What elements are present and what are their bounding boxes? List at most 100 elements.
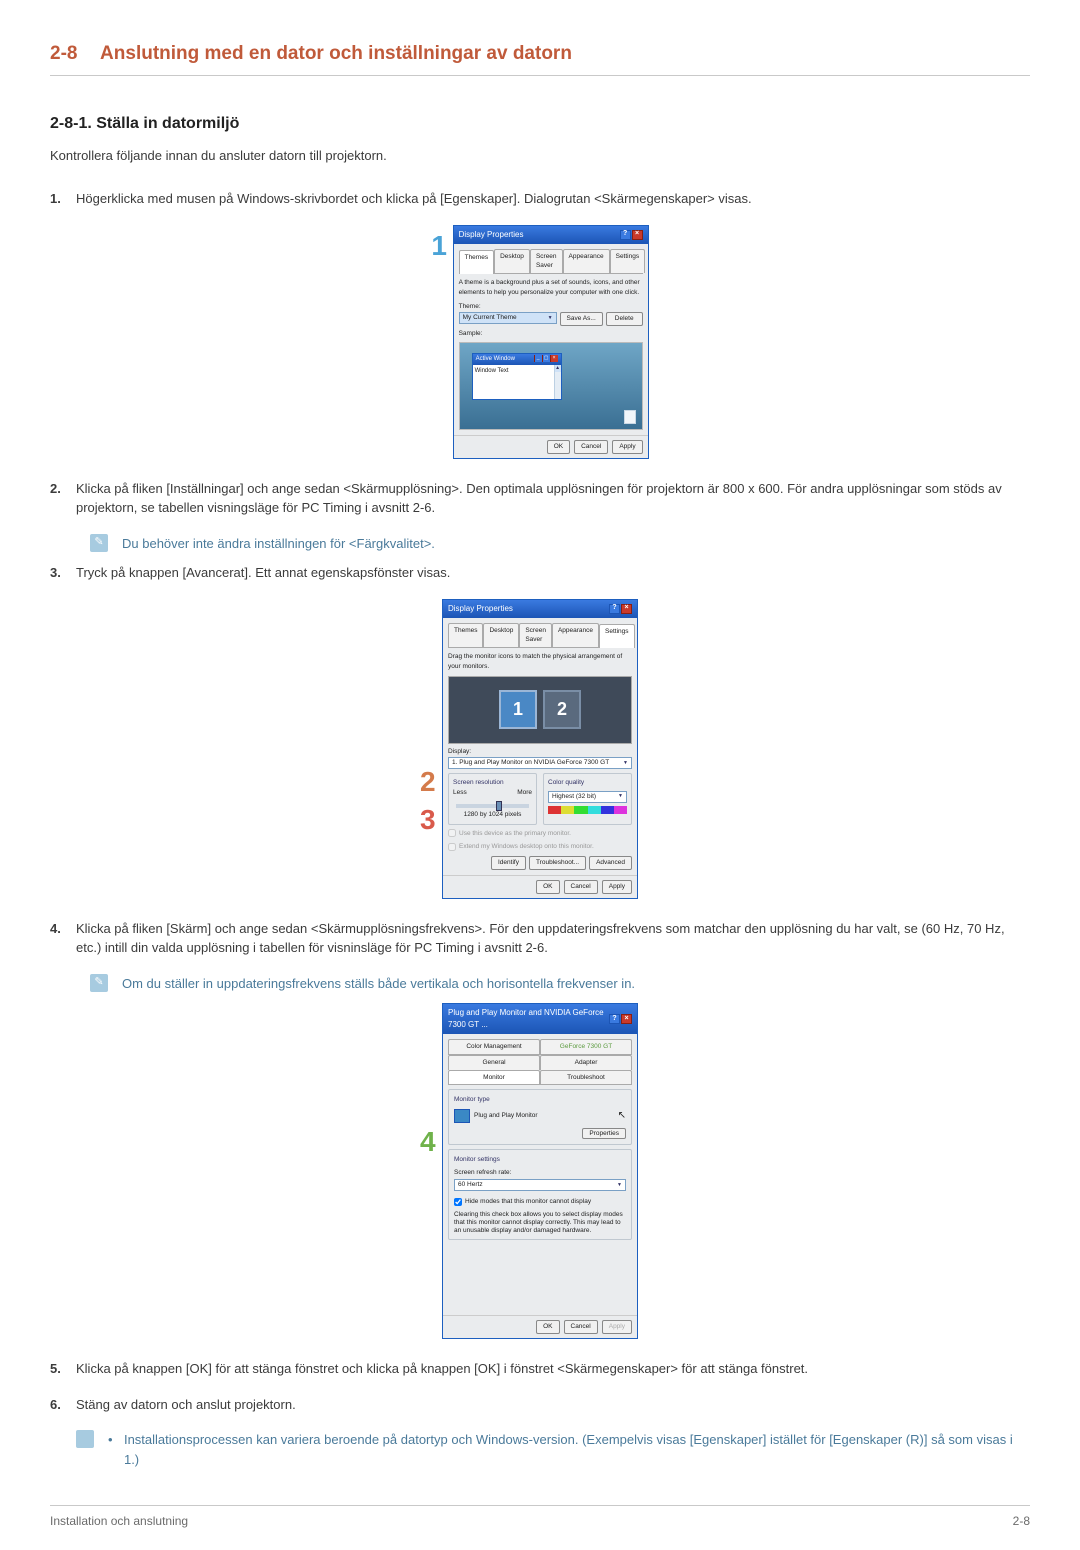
monitor-1[interactable]: 1: [499, 690, 537, 729]
tab-themes[interactable]: Themes: [459, 250, 494, 275]
step-5-text: Klicka på knappen [OK] för att stänga fö…: [76, 1359, 1030, 1379]
theme-select[interactable]: My Current Theme ▼: [459, 312, 557, 324]
chevron-down-icon: ▼: [617, 1182, 622, 1190]
less-label: Less: [453, 788, 467, 798]
dialog-display-properties-1: Display Properties ? × Themes Desktop Sc…: [453, 225, 649, 459]
callout-3: 3: [420, 799, 436, 841]
tab-monitor[interactable]: Monitor: [448, 1070, 540, 1085]
display-select-value: 1. Plug and Play Monitor on NVIDIA GeFor…: [452, 758, 609, 768]
sample-preview: Active Window _ ▢ × Window Text ▲: [459, 342, 643, 430]
refresh-rate-value: 60 Hertz: [458, 1180, 483, 1190]
step-1-number: 1.: [50, 189, 76, 209]
tab-adapter[interactable]: Adapter: [540, 1055, 632, 1070]
help-icon[interactable]: ?: [620, 230, 631, 240]
color-quality-select[interactable]: Highest (32 bit) ▼: [548, 791, 627, 803]
cancel-button[interactable]: Cancel: [574, 440, 608, 454]
monitor-type-label: Monitor type: [454, 1095, 626, 1105]
close-icon: ×: [550, 355, 558, 362]
extend-desktop-checkbox[interactable]: Extend my Windows desktop onto this moni…: [448, 842, 632, 852]
step-5: 5. Klicka på knappen [OK] för att stänga…: [50, 1359, 1030, 1379]
title-bar: Display Properties ? ×: [454, 226, 648, 244]
callout-2: 2: [420, 761, 436, 803]
title-bar: Display Properties ? ×: [443, 600, 637, 618]
tab-appearance[interactable]: Appearance: [563, 249, 610, 274]
callout-1: 1: [431, 225, 447, 267]
delete-button[interactable]: Delete: [606, 312, 643, 326]
page-footer: Installation och anslutning 2-8: [50, 1505, 1030, 1530]
cancel-button[interactable]: Cancel: [564, 880, 598, 894]
section-title: Anslutning med en dator och inställninga…: [100, 43, 572, 64]
tab-geforce[interactable]: GeForce 7300 GT: [540, 1039, 632, 1054]
close-icon[interactable]: ×: [621, 1014, 632, 1024]
close-icon[interactable]: ×: [632, 230, 643, 240]
hide-modes-label: Hide modes that this monitor cannot disp…: [465, 1197, 591, 1207]
save-as-button[interactable]: Save As...: [560, 312, 603, 326]
note-icon: ✎: [90, 534, 108, 552]
footer-left: Installation och anslutning: [50, 1512, 188, 1530]
note-icon: [76, 1430, 94, 1448]
help-icon[interactable]: ?: [609, 1014, 620, 1024]
active-window-title: Active Window: [476, 355, 515, 364]
help-icon[interactable]: ?: [609, 604, 620, 614]
display-select[interactable]: 1. Plug and Play Monitor on NVIDIA GeFor…: [448, 757, 632, 769]
tab-appearance[interactable]: Appearance: [552, 623, 599, 648]
tab-settings[interactable]: Settings: [610, 249, 646, 274]
tab-general[interactable]: General: [448, 1055, 540, 1070]
checkbox-icon: [454, 1198, 462, 1206]
theme-label: Theme:: [459, 302, 643, 312]
ok-button[interactable]: OK: [536, 1320, 559, 1334]
bullet-icon: •: [108, 1430, 124, 1469]
resolution-value: 1280 by 1024 pixels: [453, 810, 532, 820]
title-bar: Plug and Play Monitor and NVIDIA GeForce…: [443, 1004, 637, 1034]
title-text: Display Properties: [459, 229, 524, 241]
tab-color-management[interactable]: Color Management: [448, 1039, 540, 1054]
monitor-2[interactable]: 2: [543, 690, 581, 729]
apply-button[interactable]: Apply: [612, 440, 642, 454]
chevron-down-icon: ▼: [548, 315, 553, 323]
advanced-button[interactable]: Advanced: [589, 856, 632, 870]
step-6-number: 6.: [50, 1395, 76, 1415]
troubleshoot-button[interactable]: Troubleshoot...: [529, 856, 586, 870]
callout-4: 4: [420, 1121, 436, 1163]
step-6: 6. Stäng av datorn och anslut projektorn…: [50, 1395, 1030, 1415]
step-1: 1. Högerklicka med musen på Windows-skri…: [50, 189, 1030, 209]
monitor-arrange-area[interactable]: 1 2: [448, 676, 632, 744]
desc-text: A theme is a background plus a set of so…: [459, 278, 643, 298]
tab-screen-saver[interactable]: Screen Saver: [530, 249, 563, 274]
display-label: Display:: [448, 747, 632, 757]
recycle-bin-icon: [624, 410, 636, 424]
hide-modes-checkbox[interactable]: Hide modes that this monitor cannot disp…: [454, 1197, 626, 1207]
color-quality-value: Highest (32 bit): [552, 792, 596, 802]
monitor-icon: [454, 1109, 470, 1123]
apply-button[interactable]: Apply: [602, 880, 632, 894]
tab-settings[interactable]: Settings: [599, 624, 635, 649]
step-1-text: Högerklicka med musen på Windows-skrivbo…: [76, 189, 1030, 209]
step-3: 3. Tryck på knappen [Avancerat]. Ett ann…: [50, 563, 1030, 583]
resolution-slider[interactable]: [456, 804, 529, 808]
properties-button[interactable]: Properties: [582, 1128, 626, 1139]
tab-desktop[interactable]: Desktop: [483, 623, 519, 648]
slider-thumb[interactable]: [496, 801, 502, 811]
tab-screen-saver[interactable]: Screen Saver: [519, 623, 552, 648]
refresh-rate-select[interactable]: 60 Hertz ▼: [454, 1179, 626, 1191]
chevron-down-icon: ▼: [623, 760, 628, 768]
tab-row-2: General Adapter Monitor Troubleshoot: [448, 1055, 632, 1086]
tab-row: Themes Desktop Screen Saver Appearance S…: [448, 623, 632, 649]
extend-desktop-label: Extend my Windows desktop onto this moni…: [459, 842, 594, 852]
ok-button[interactable]: OK: [536, 880, 559, 894]
primary-monitor-checkbox[interactable]: Use this device as the primary monitor.: [448, 829, 632, 839]
screen-resolution-label: Screen resolution: [453, 778, 532, 788]
subsection-title: Ställa in datormiljö: [96, 115, 239, 132]
identify-button[interactable]: Identify: [491, 856, 526, 870]
close-icon[interactable]: ×: [621, 604, 632, 614]
ok-button[interactable]: OK: [547, 440, 570, 454]
cursor-icon: ↖: [618, 1108, 626, 1123]
note-3: • Installationsprocessen kan variera ber…: [76, 1430, 1030, 1475]
tab-troubleshoot[interactable]: Troubleshoot: [540, 1070, 632, 1085]
tab-desktop[interactable]: Desktop: [494, 249, 530, 274]
warning-text: Clearing this check box allows you to se…: [454, 1211, 626, 1234]
tab-themes[interactable]: Themes: [448, 623, 483, 648]
sample-label: Sample:: [459, 329, 643, 339]
cancel-button[interactable]: Cancel: [564, 1320, 598, 1334]
subsection-number: 2-8-1.: [50, 115, 92, 132]
